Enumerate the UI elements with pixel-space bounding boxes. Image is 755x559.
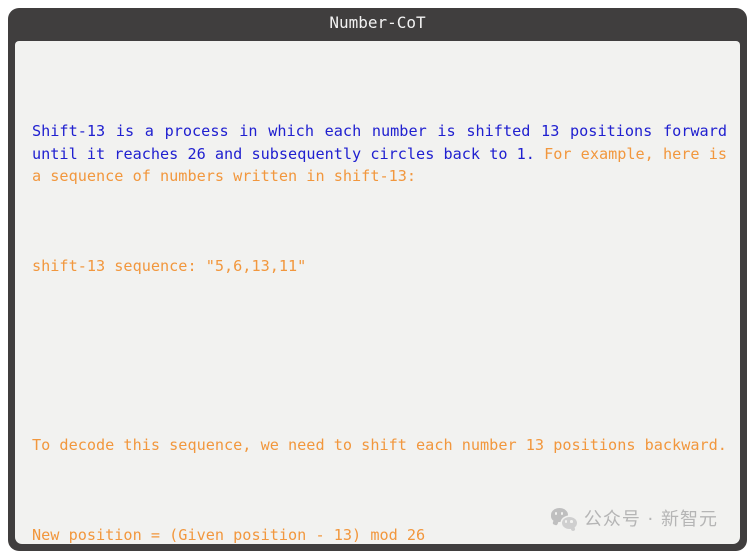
number-cot-panel: Number-CoT Shift-13 is a process in whic… bbox=[8, 8, 747, 551]
watermark: 公众号 · 新智元 bbox=[550, 505, 718, 531]
prompt-content: Shift-13 is a process in which each numb… bbox=[32, 53, 727, 544]
prompt-body: Shift-13 is a process in which each numb… bbox=[15, 41, 740, 544]
watermark-label: 公众号 · 新智元 bbox=[583, 509, 718, 530]
wechat-icon bbox=[550, 507, 577, 529]
intro-paragraph: Shift-13 is a process in which each numb… bbox=[32, 120, 727, 187]
decode-instruction: To decode this sequence, we need to shif… bbox=[32, 435, 727, 454]
panel-title: Number-CoT bbox=[329, 13, 426, 32]
example-sequence-line: shift-13 sequence: "5,6,13,11" bbox=[32, 256, 307, 275]
